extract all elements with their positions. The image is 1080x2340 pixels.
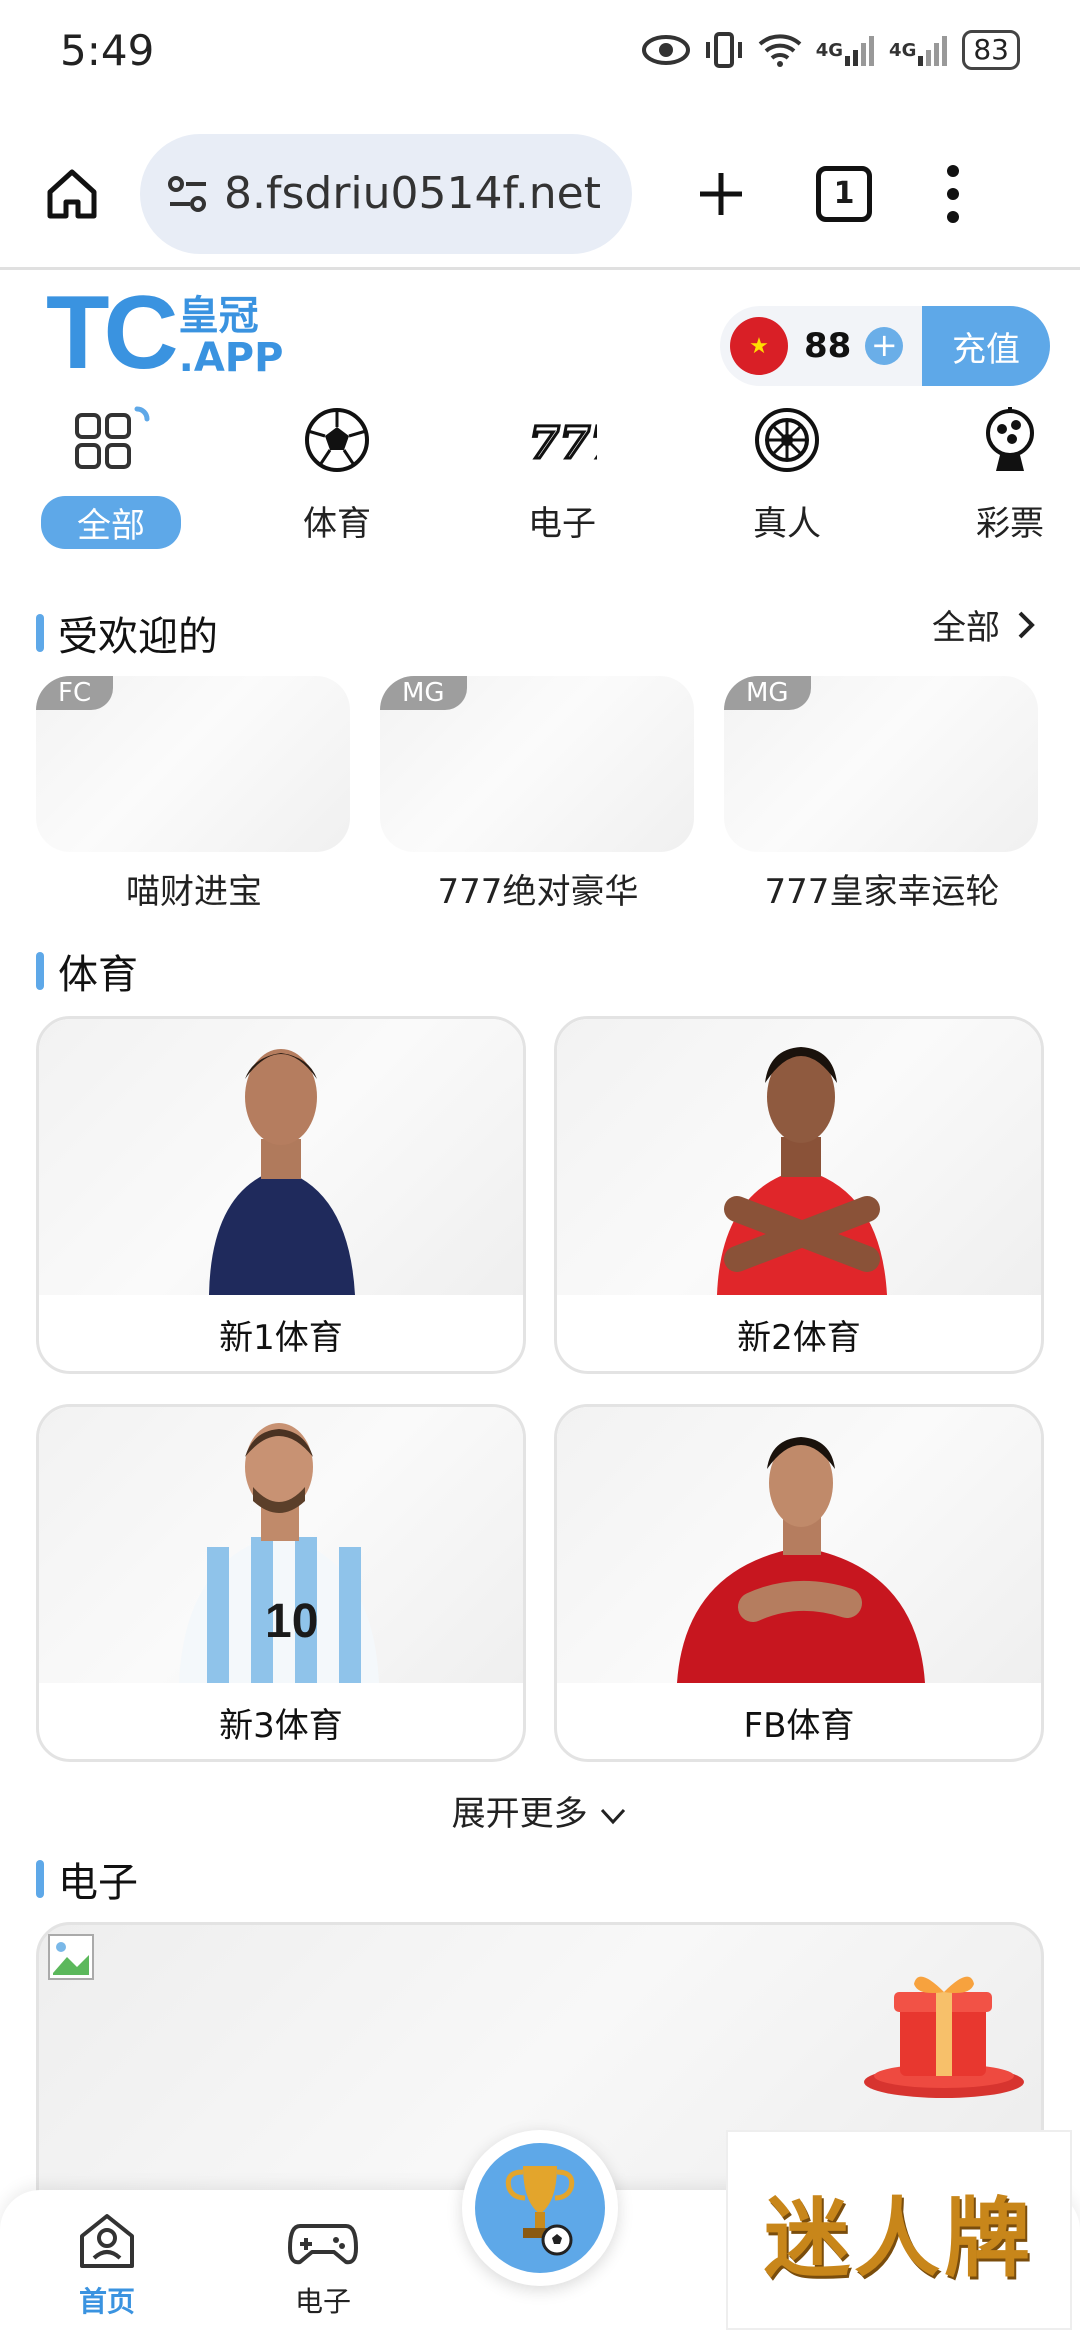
sport-card[interactable]: 新2体育 [554,1016,1044,1374]
category-label: 全部 [41,496,181,549]
nav-label: 电子 [294,2285,351,2318]
see-all-label: 全部 [932,608,1000,648]
gift-box-icon[interactable] [858,1962,1028,2102]
slot-777-icon: 777 [522,400,602,480]
game-label[interactable]: 777绝对豪华 [368,864,708,913]
nav-electronic[interactable]: 电子 [248,2208,398,2320]
soccer-ball-icon [297,400,377,480]
network-type: 4G [815,39,844,61]
sport-label: FB体育 [743,1706,855,1746]
nav-label: 首页 [78,2285,135,2318]
more-menu-button[interactable] [938,159,968,229]
signal-icon-2: 4G [889,30,948,70]
add-balance-button[interactable]: + [865,327,904,365]
category-label: 真人 [753,504,821,544]
sports-section-title: 体育 [36,942,138,1000]
china-flag-icon: ★ [730,317,788,375]
sport-label: 新2体育 [737,1318,861,1358]
watermark-ad: 迷人牌 [726,2130,1072,2330]
address-bar[interactable]: 8.fsdriu0514f.net [140,133,632,254]
category-label: 彩票 [976,504,1044,544]
browser-toolbar: 8.fsdriu0514f.net 1 [0,120,1080,270]
category-lottery[interactable]: 彩票 [935,400,1080,550]
status-bar: 5:49 4G 4G 83 [0,0,1080,100]
section-heading: 电子 [58,1860,138,1906]
home-icon [47,169,97,218]
center-trophy-button[interactable] [462,2130,618,2286]
sport-card[interactable]: 新1体育 [36,1016,526,1374]
category-sports[interactable]: 体育 [262,400,412,550]
section-heading: 体育 [58,952,138,998]
category-all[interactable]: 全部 [36,400,186,550]
gamepad-icon [288,2224,358,2265]
popular-game-card[interactable]: MG [380,676,694,852]
chevron-right-icon [1018,611,1035,638]
svg-text:10: 10 [265,1595,318,1648]
player-image [39,1019,523,1295]
plus-icon [700,172,742,215]
trophy-icon [505,2166,575,2256]
section-accent-bar [36,952,44,990]
home-button[interactable] [36,158,108,230]
network-type: 4G [889,39,917,61]
chevron-down-icon [601,1808,626,1824]
site-settings-icon[interactable] [166,174,210,214]
category-live[interactable]: 真人 [712,400,862,550]
expand-more-label: 展开更多 [451,1794,588,1834]
category-electronic[interactable]: 777 电子 [487,400,637,550]
logo-text: TC [46,275,179,391]
section-accent-bar [36,1860,44,1898]
battery-indicator: 83 [962,30,1020,70]
logo-app-text: .APP [178,335,284,381]
balance-amount: 88 [804,326,852,366]
electronic-section-title: 电子 [36,1850,138,1908]
url-text: 8.fsdriu0514f.net [224,168,601,219]
status-time: 5:49 [60,25,155,75]
new-tab-button[interactable] [686,159,756,229]
category-nav: 全部 体育 777 电子 真人 彩票 [0,400,1080,550]
sport-label: 新3体育 [219,1706,343,1746]
logo-cn-text: 皇冠 [178,293,259,339]
see-all-link[interactable]: 全部 [932,600,1044,649]
popular-game-card[interactable]: MG [724,676,1038,852]
recharge-button[interactable]: 充值 [922,306,1050,386]
sport-card[interactable]: FB体育 [554,1404,1044,1762]
grid-icon [71,400,151,480]
site-logo[interactable]: TC 皇冠 .APP [46,275,284,391]
game-label[interactable]: 喵财进宝 [24,864,364,913]
category-label: 体育 [303,504,371,544]
provider-tag: MG [380,676,467,710]
lottery-ball-icon [970,400,1050,480]
site-header: TC 皇冠 .APP ★ 88 + 充值 [0,275,1080,392]
provider-tag: MG [724,676,811,710]
player-image: 10 [39,1407,523,1683]
nav-home[interactable]: 首页 [32,2208,182,2320]
tab-switcher-button[interactable]: 1 [816,165,872,222]
expand-more-button[interactable]: 展开更多 [0,1786,1080,1835]
roulette-icon [747,400,827,480]
svg-text:777: 777 [529,418,597,469]
player-image [557,1019,1041,1295]
category-label: 电子 [528,504,596,544]
watermark-text: 迷人牌 [764,2187,1034,2289]
game-label[interactable]: 777皇家幸运轮 [712,864,1052,913]
broken-image-icon [48,1934,94,1980]
signal-icon-1: 4G [816,30,875,70]
balance-widget: ★ 88 + 充值 [720,306,1050,386]
popular-section-title: 受欢迎的 [36,604,218,662]
home-icon [80,2214,134,2268]
player-image [557,1407,1041,1683]
provider-tag: FC [36,676,114,710]
popular-game-card[interactable]: FC [36,676,350,852]
sport-card[interactable]: 10 新3体育 [36,1404,526,1762]
eye-icon [641,30,690,70]
vibrate-icon [704,30,744,70]
status-icons: 4G 4G 83 [641,30,1020,70]
section-heading: 受欢迎的 [58,614,218,660]
section-accent-bar [36,614,44,652]
wifi-icon [758,30,802,70]
sport-label: 新1体育 [219,1318,343,1358]
